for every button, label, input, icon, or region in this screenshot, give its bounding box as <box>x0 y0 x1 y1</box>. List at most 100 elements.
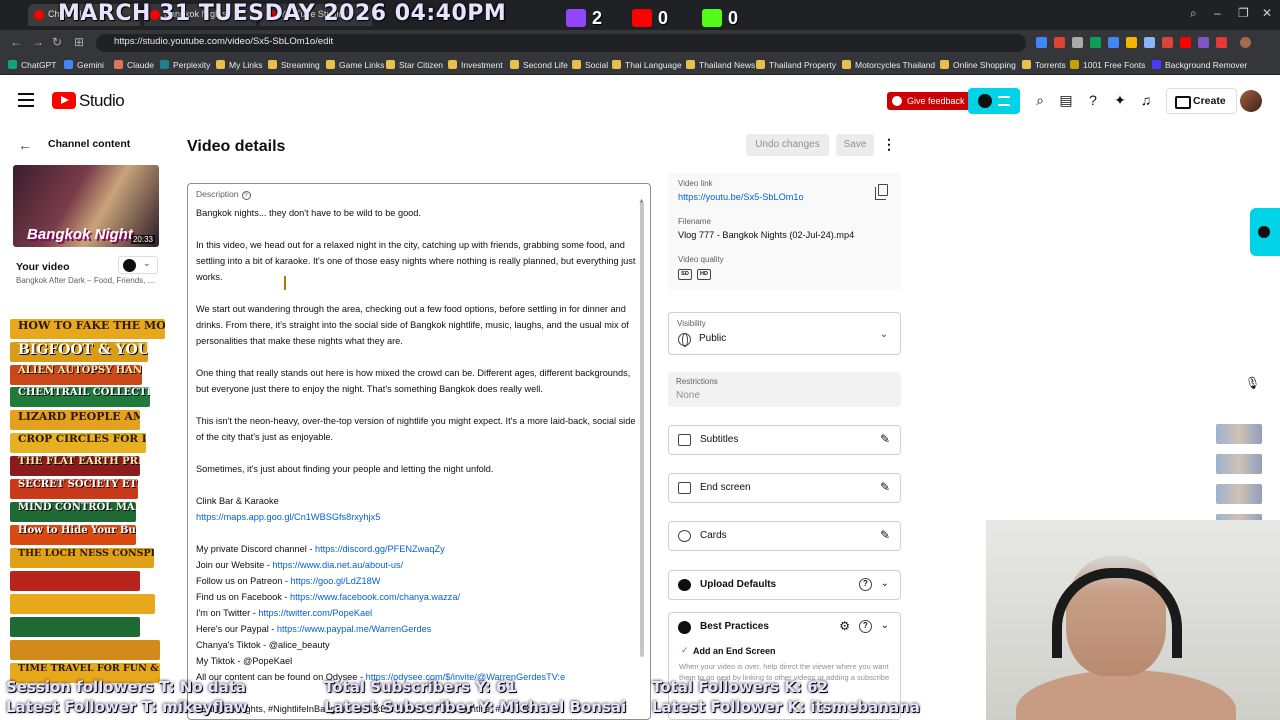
maximize-icon[interactable]: ❐ <box>1238 6 1249 20</box>
give-feedback-button[interactable]: Give feedback <box>887 92 971 110</box>
bookmark-folder[interactable]: Thailand News <box>686 60 755 70</box>
more-options-icon[interactable]: ⋮ <box>882 136 896 153</box>
bookmark-folder[interactable]: Motorcycles Thailand <box>842 60 935 70</box>
extension-icon[interactable] <box>1090 37 1101 48</box>
help-icon[interactable]: ? <box>859 620 872 633</box>
bookmark-folder[interactable]: Game Links <box>326 60 384 70</box>
extension-icon[interactable] <box>1162 37 1173 48</box>
streamer-body <box>1016 670 1236 720</box>
studio-logo[interactable]: Studio <box>52 91 125 111</box>
video-link[interactable]: https://youtu.be/Sx5-SbLOm1o <box>678 192 804 202</box>
book-spine: THE LOCH NESS CONSPIRACY <box>10 548 154 568</box>
bookmark[interactable]: Claude <box>114 60 154 70</box>
extension-icon[interactable] <box>1144 37 1155 48</box>
back-arrow-icon[interactable]: ← <box>18 137 32 153</box>
bookmark-folder[interactable]: Streaming <box>268 60 320 70</box>
bookmark-folder[interactable]: Second Life <box>510 60 568 70</box>
chevron-down-icon[interactable]: ⌄ <box>881 620 889 631</box>
menu-icon[interactable] <box>18 93 34 107</box>
bookmark[interactable]: Perplexity <box>160 60 210 70</box>
edit-icon[interactable]: ✎ <box>880 480 890 494</box>
bookmark[interactable]: ChatGPT <box>8 60 56 70</box>
thumbnail[interactable] <box>1216 424 1262 444</box>
bookmark-folder[interactable]: Online Shopping <box>940 60 1016 70</box>
url-field[interactable]: https://studio.youtube.com/video/Sx5-SbL… <box>96 34 1026 52</box>
place-link[interactable]: https://maps.app.goo.gl/Cn1WBSGfs8rxyhjx… <box>196 512 380 522</box>
cards-row[interactable]: Cards ✎ <box>668 521 901 551</box>
discord-link[interactable]: https://discord.gg/PFENZwaqZy <box>315 544 445 554</box>
profile-icon[interactable] <box>1240 37 1251 48</box>
help-icon[interactable]: ? <box>859 578 872 591</box>
extension-icon[interactable] <box>1036 37 1047 48</box>
text-cursor <box>284 276 286 290</box>
website-link[interactable]: https://www.dia.net.au/about-us/ <box>272 560 403 570</box>
patreon-link[interactable]: https://goo.gl/LdZ18W <box>290 576 380 586</box>
thumbnail[interactable] <box>1216 484 1262 504</box>
bookmark[interactable]: Gemini <box>64 60 104 70</box>
bookmark-folder[interactable]: Torrents <box>1022 60 1066 70</box>
messages-icon[interactable]: ▤ <box>1058 92 1074 108</box>
subtitles-icon <box>678 434 691 446</box>
create-button[interactable]: Create <box>1166 88 1237 114</box>
bookmark-folder[interactable]: My Links <box>216 60 263 70</box>
book-spine: ALIEN AUTOPSY HANDBOOK <box>10 365 142 385</box>
visibility-select[interactable]: Visibility Public ⌄ <box>668 312 901 355</box>
save-button[interactable]: Save <box>836 134 874 156</box>
facebook-link[interactable]: https://www.facebook.com/chanya.wazza/ <box>290 592 460 602</box>
gear-icon[interactable]: ⚙ <box>839 619 850 633</box>
bookmark-folder[interactable]: Thai Language <box>612 60 682 70</box>
back-icon[interactable]: ← <box>10 35 22 49</box>
avatar[interactable] <box>1240 90 1262 112</box>
undo-changes-button[interactable]: Undo changes <box>746 134 829 156</box>
help-icon[interactable]: ? <box>1085 92 1101 108</box>
edit-icon[interactable]: ✎ <box>880 528 890 542</box>
bookmark[interactable]: 1001 Free Fonts <box>1070 60 1145 70</box>
reload-icon[interactable]: ↻ <box>52 35 62 49</box>
tubebuddy-side-tab[interactable] <box>1250 208 1280 256</box>
sparkle-icon[interactable]: ✦ <box>1112 92 1128 108</box>
extension-icon[interactable] <box>1108 37 1119 48</box>
chevron-down-icon[interactable]: ⌄ <box>881 578 889 589</box>
tubebuddy-video-menu[interactable]: ⌄ <box>118 256 158 274</box>
bookmark-folder[interactable]: Thailand Property <box>756 60 836 70</box>
edit-icon[interactable]: ✎ <box>880 432 890 446</box>
add-end-screen-item[interactable]: Add an End Screen <box>693 646 776 656</box>
tubebuddy-icon <box>1258 226 1270 238</box>
extension-icon[interactable] <box>1126 37 1137 48</box>
tubebuddy-button[interactable] <box>968 88 1020 114</box>
channel-content-link[interactable]: Channel content <box>48 138 130 150</box>
twitter-link[interactable]: https://twitter.com/PopeKael <box>258 608 372 618</box>
session-followers: Session followers T: No data <box>6 678 247 696</box>
extension-icon[interactable] <box>1198 37 1209 48</box>
microphone-icon[interactable]: 🎙 <box>1245 376 1260 390</box>
extension-icon[interactable] <box>1054 37 1065 48</box>
search-icon[interactable]: ⌕ <box>1032 92 1048 108</box>
book-spine: THE FLAT EARTH PRIMER <box>10 456 140 476</box>
extension-icon[interactable] <box>1072 37 1083 48</box>
bookmark-folder[interactable]: Investment <box>448 60 503 70</box>
thumbnail[interactable] <box>1216 454 1262 474</box>
description-field[interactable]: Description? Bangkok nights... they don'… <box>187 183 651 720</box>
subtitles-row[interactable]: Subtitles ✎ <box>668 425 901 455</box>
bookmark-folder[interactable]: Star Citizen <box>386 60 443 70</box>
upload-defaults-row[interactable]: Upload Defaults ? ⌄ <box>668 570 901 600</box>
copy-icon[interactable] <box>875 184 888 200</box>
minimize-icon[interactable]: – <box>1214 6 1221 20</box>
bookmark[interactable]: Background Remover <box>1152 60 1247 70</box>
close-window-icon[interactable]: ✕ <box>1262 6 1272 20</box>
help-icon[interactable]: ? <box>241 191 251 200</box>
forward-icon[interactable]: → <box>32 35 44 49</box>
video-thumbnail[interactable]: Bangkok Night 20:33 <box>13 165 159 247</box>
end-screen-row[interactable]: End screen ✎ <box>668 473 901 503</box>
extension-icon[interactable] <box>1180 37 1191 48</box>
description-text[interactable]: Bangkok nights... they don't have to be … <box>196 205 641 717</box>
description-scrollbar[interactable] <box>640 202 644 657</box>
book-spine: HOW TO FAKE THE MOON LANDING <box>10 319 165 339</box>
notifications-icon[interactable]: ♫ <box>1138 92 1154 108</box>
search-tabs-icon[interactable]: ⌕ <box>1190 6 1197 21</box>
extension-icon[interactable] <box>1216 37 1227 48</box>
tubebuddy-icon <box>678 579 691 591</box>
paypal-link[interactable]: https://www.paypal.me/WarrenGerdes <box>277 624 431 634</box>
bookmark-folder[interactable]: Social <box>572 60 608 70</box>
tab-search-icon[interactable]: ⊞ <box>74 35 84 49</box>
